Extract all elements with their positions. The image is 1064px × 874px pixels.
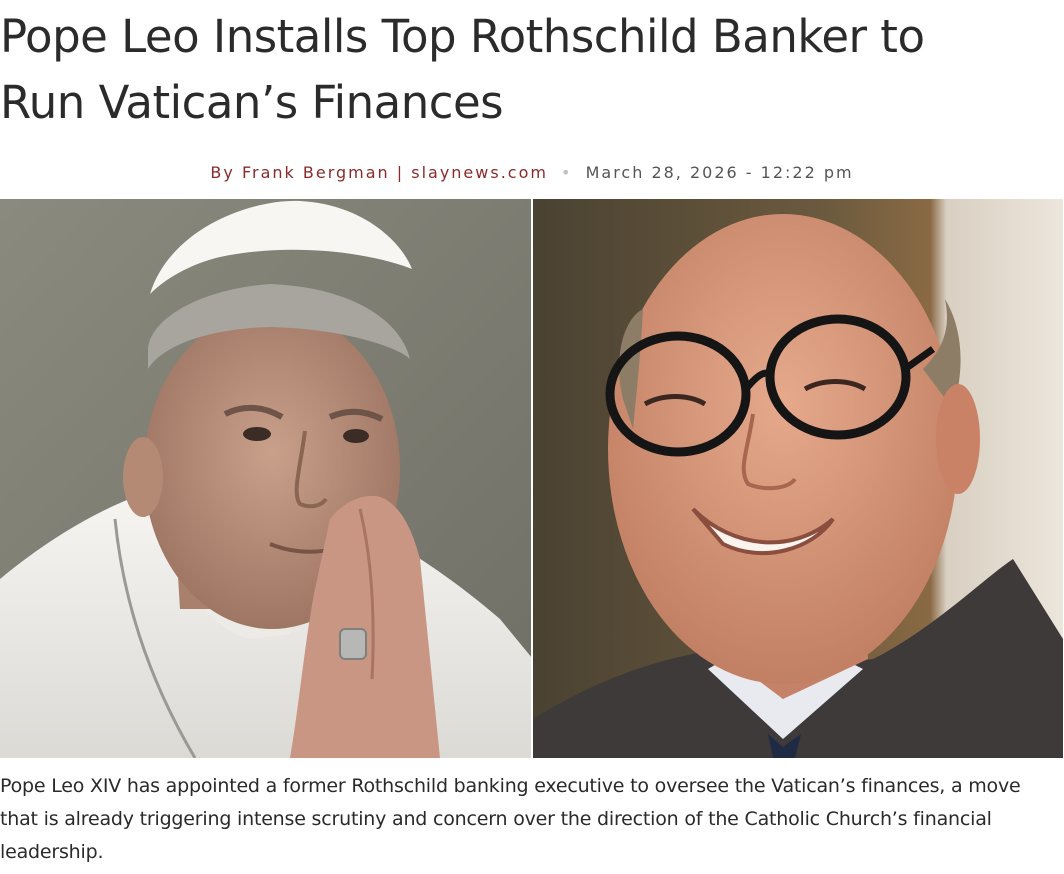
byline-date: March 28, 2026 - 12:22 pm: [585, 163, 854, 182]
byline-separator: •: [561, 163, 573, 182]
article-lede: Pope Leo XIV has appointed a former Roth…: [0, 775, 1021, 863]
headline-line-2: Run Vatican’s Finances: [0, 76, 504, 129]
photo-banker-smiling: [533, 199, 1064, 758]
article-byline: By Frank Bergman | slaynews.com • March …: [0, 163, 1064, 182]
pope-portrait-illustration: [0, 199, 531, 758]
article-headline: Pope Leo Installs Top Rothschild Banker …: [0, 4, 1064, 136]
photo-pope-praying: [0, 199, 531, 758]
headline-line-1: Pope Leo Installs Top Rothschild Banker …: [0, 10, 925, 63]
banker-portrait-illustration: [533, 199, 1063, 758]
byline-author-source[interactable]: By Frank Bergman | slaynews.com: [210, 163, 548, 182]
article-hero-image: [0, 199, 1064, 758]
